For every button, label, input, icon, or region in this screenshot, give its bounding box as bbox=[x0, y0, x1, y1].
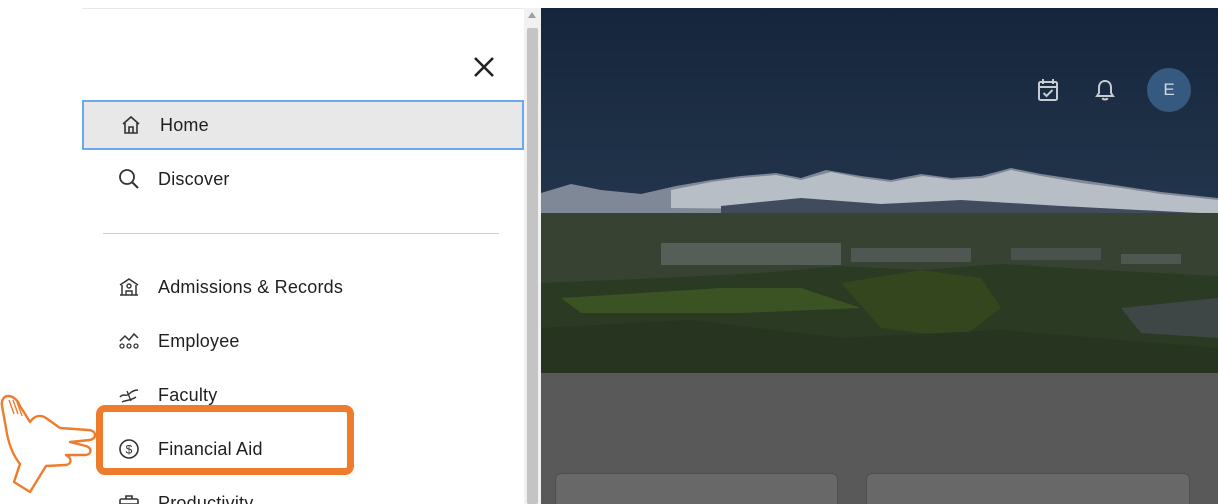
nav-item-home[interactable]: Home bbox=[82, 100, 524, 150]
calendar-check-icon[interactable] bbox=[1033, 75, 1063, 105]
employee-icon bbox=[118, 330, 140, 352]
background-app: E bbox=[541, 8, 1218, 504]
scroll-up-arrow[interactable] bbox=[528, 12, 536, 18]
pointing-hand-icon bbox=[0, 394, 97, 494]
content-card[interactable] bbox=[555, 473, 838, 504]
nav-item-label: Discover bbox=[158, 168, 230, 189]
building-icon bbox=[118, 276, 140, 298]
scroll-thumb[interactable] bbox=[527, 28, 538, 504]
nav-item-label: Productivity bbox=[158, 492, 254, 504]
close-button[interactable] bbox=[466, 49, 502, 85]
nav-item-label: Faculty bbox=[158, 384, 218, 405]
drawer-scrollbar[interactable] bbox=[524, 8, 541, 504]
hero-image: E bbox=[541, 8, 1218, 373]
nav-item-admissions-records[interactable]: Admissions & Records bbox=[82, 262, 524, 312]
campus-landscape-photo bbox=[541, 8, 1218, 373]
avatar[interactable]: E bbox=[1147, 68, 1191, 112]
bell-icon[interactable] bbox=[1090, 75, 1120, 105]
screen: E Home Discover Admissions & Records Emp… bbox=[0, 0, 1218, 504]
nav-item-label: Employee bbox=[158, 330, 240, 351]
divider bbox=[103, 233, 499, 234]
nav-item-discover[interactable]: Discover bbox=[82, 154, 524, 204]
faculty-icon bbox=[118, 384, 140, 406]
close-icon bbox=[474, 57, 494, 77]
nav-item-productivity[interactable]: Productivity bbox=[82, 478, 524, 504]
nav-item-label: Admissions & Records bbox=[158, 276, 344, 297]
search-icon bbox=[118, 168, 140, 190]
content-card[interactable] bbox=[866, 473, 1190, 504]
nav-item-label: Home bbox=[160, 114, 209, 135]
header-actions: E bbox=[1033, 68, 1218, 112]
home-icon bbox=[120, 114, 142, 136]
highlight-box bbox=[96, 405, 354, 475]
nav-item-employee[interactable]: Employee bbox=[82, 316, 524, 366]
briefcase-icon bbox=[118, 492, 140, 504]
